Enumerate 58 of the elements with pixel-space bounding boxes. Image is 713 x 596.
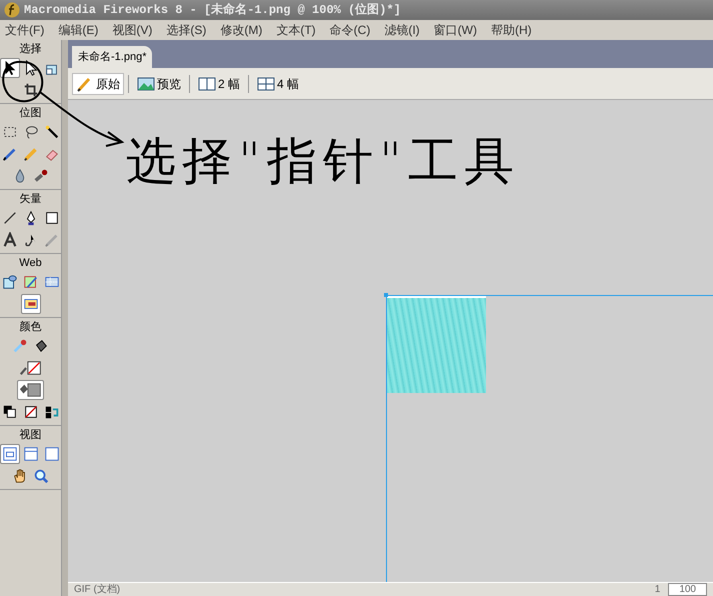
frame-number: 1 <box>654 583 660 596</box>
hotspot-icon <box>2 274 18 290</box>
line-icon <box>2 210 18 226</box>
show-slices-icon <box>22 296 38 312</box>
marquee-icon <box>2 124 18 140</box>
menu-item[interactable]: 帮助(H) <box>490 21 532 39</box>
menu-item[interactable]: 文件(F) <box>5 21 44 39</box>
paint-bucket-icon <box>33 338 49 354</box>
menu-item[interactable]: 滤镜(I) <box>384 21 420 39</box>
no-color-icon <box>22 404 38 420</box>
landscape-icon <box>137 74 155 92</box>
default-colors-icon <box>2 404 18 420</box>
four-panes-icon <box>257 74 276 92</box>
menu-item[interactable]: 视图(V) <box>112 21 152 39</box>
magic-wand-icon <box>44 124 60 140</box>
brush-icon <box>2 146 18 162</box>
section-label: 选择 <box>20 42 42 56</box>
swap-colors-icon <box>44 404 60 420</box>
full-screen-icon <box>44 446 60 462</box>
rectangle-icon <box>44 210 60 226</box>
section-label: 颜色 <box>20 320 42 334</box>
crop-icon <box>22 82 38 98</box>
zoom-field[interactable]: 100 <box>668 583 707 596</box>
document-format: GIF (文档) <box>74 582 120 596</box>
hide-slices-icon <box>44 274 60 290</box>
menu-item[interactable]: 窗口(W) <box>434 21 477 39</box>
stamp-icon <box>33 168 49 184</box>
view-tab[interactable]: 4 幅 <box>253 72 304 94</box>
fill-color-icon <box>18 382 42 398</box>
section-label: 矢量 <box>20 192 42 206</box>
tool-button[interactable] <box>16 380 44 400</box>
menu-item[interactable]: 编辑(E) <box>58 21 98 39</box>
slice-icon <box>22 274 38 290</box>
text-icon <box>2 232 18 248</box>
handwritten-note: 选择"指针"工具 <box>126 131 520 192</box>
app-logo-icon <box>4 2 20 18</box>
document-tab[interactable]: 未命名-1.png* <box>72 46 152 68</box>
pencil-icon <box>22 146 38 162</box>
menu-item[interactable]: 选择(S) <box>166 21 206 39</box>
window-title: Macromedia Fireworks 8 - [未命名-1.png @ 100% (位图)*] <box>24 2 401 19</box>
section-label: Web <box>19 256 42 270</box>
stroke-color-icon <box>18 360 42 376</box>
view-tab[interactable]: 2 幅 <box>194 72 244 94</box>
section-label: 位图 <box>20 106 42 120</box>
eyedropper-icon <box>12 338 28 354</box>
hand-icon <box>12 468 28 484</box>
view-tab[interactable]: 预览 <box>133 72 185 94</box>
two-panes-icon <box>198 74 216 92</box>
menu-item[interactable]: 命令(C) <box>330 21 370 39</box>
selection-handle <box>384 293 388 297</box>
full-screen-menu-icon <box>22 446 38 462</box>
standard-screen-icon <box>2 446 18 462</box>
menu-item[interactable]: 文本(T) <box>276 21 316 39</box>
section-label: 视图 <box>20 428 42 442</box>
brush-icon <box>44 232 60 248</box>
zoom-icon <box>33 468 49 484</box>
menu-item[interactable]: 修改(M) <box>220 21 262 39</box>
view-tab[interactable]: 原始 <box>72 72 124 94</box>
